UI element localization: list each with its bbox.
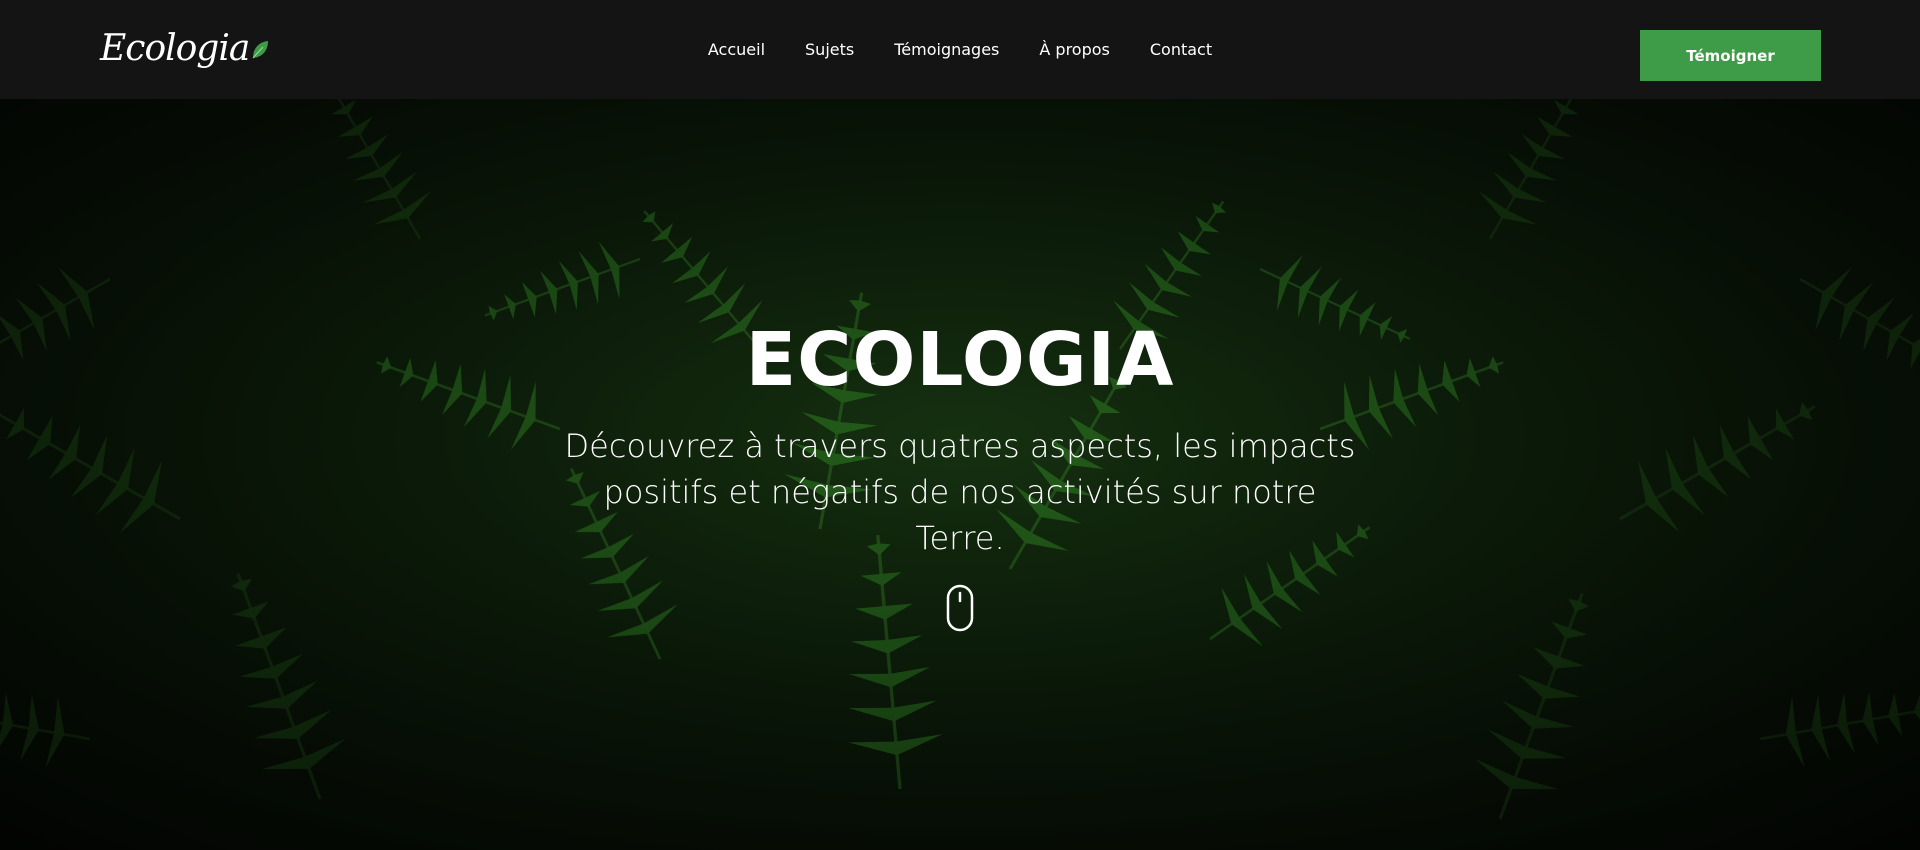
nav-link-temoignages[interactable]: Témoignages [894, 40, 999, 59]
mouse-scroll-icon[interactable] [946, 584, 974, 632]
nav-link-contact[interactable]: Contact [1150, 40, 1212, 59]
nav-link-accueil[interactable]: Accueil [708, 40, 765, 59]
navbar: Ecologia Accueil Sujets Témoignages À pr… [0, 0, 1920, 99]
logo-text: Ecologia [100, 27, 250, 69]
nav-item-contact: Contact [1150, 40, 1212, 59]
leaf-icon [251, 40, 269, 64]
logo-link[interactable]: Ecologia [100, 20, 269, 76]
nav-link-a-propos[interactable]: À propos [1039, 40, 1109, 59]
temoigner-button[interactable]: Témoigner [1640, 30, 1821, 81]
nav-item-sujets: Sujets [805, 40, 854, 59]
hero-content: ECOLOGIA Découvrez à travers quatres asp… [0, 99, 1920, 850]
nav-link-sujets[interactable]: Sujets [805, 40, 854, 59]
hero-title: ECOLOGIA [745, 317, 1175, 403]
main-nav: Accueil Sujets Témoignages À propos Cont… [0, 0, 1920, 99]
page: Ecologia Accueil Sujets Témoignages À pr… [0, 0, 1920, 850]
hero-subtitle: Découvrez à travers quatres aspects, les… [564, 427, 1356, 557]
nav-item-a-propos: À propos [1039, 40, 1109, 59]
hero-section: ECOLOGIA Découvrez à travers quatres asp… [0, 99, 1920, 850]
nav-item-accueil: Accueil [708, 40, 765, 59]
nav-item-temoignages: Témoignages [894, 40, 999, 59]
